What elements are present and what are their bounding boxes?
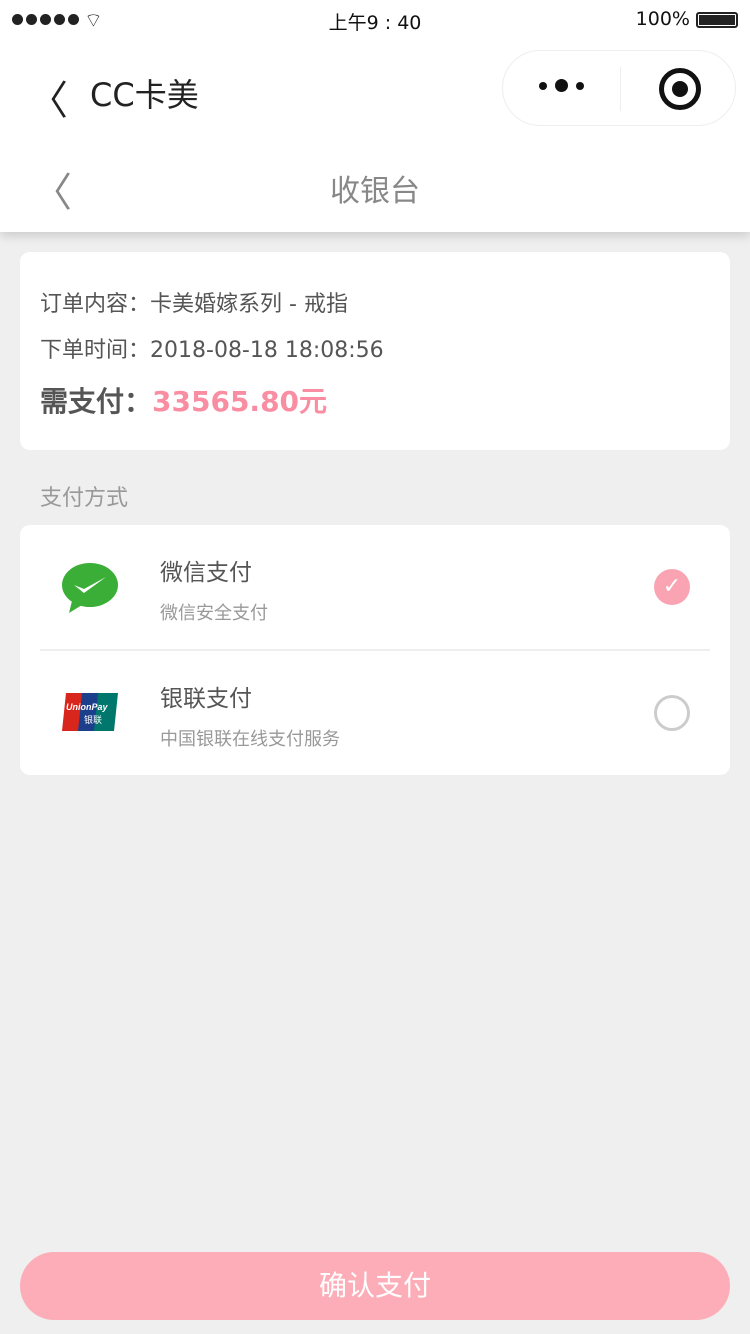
close-program-icon[interactable] — [659, 68, 701, 110]
battery-percent: 100% — [635, 8, 690, 30]
method-desc: 中国银联在线支付服务 — [160, 729, 340, 750]
page-nav-bar: 〈 收银台 — [0, 140, 750, 230]
capsule-divider — [620, 67, 621, 111]
svg-text:UnionPay: UnionPay — [66, 702, 109, 712]
mini-program-capsule — [502, 50, 736, 126]
order-card: 订单内容：卡美婚嫁系列 - 戒指 下单时间：2018-08-18 18:08:5… — [20, 252, 730, 450]
back-icon[interactable]: 〈 — [28, 68, 68, 126]
payment-option-wechat[interactable]: 微信支付 微信安全支付 ✓ — [20, 525, 730, 651]
method-name: 微信支付 — [160, 560, 252, 586]
app-nav-bar: 〈 CC卡美 — [0, 50, 750, 130]
amount-due: 需支付：33565.80元 — [40, 385, 328, 418]
method-name: 银联支付 — [160, 686, 252, 712]
status-bar: ⌔ 上午9 : 40 100% — [0, 0, 750, 40]
unionpay-icon: UnionPay 银联 — [62, 693, 118, 731]
payment-section-title: 支付方式 — [40, 486, 129, 511]
wechat-pay-icon — [62, 563, 118, 613]
header: ⌔ 上午9 : 40 100% 〈 CC卡美 〈 收银台 — [0, 0, 750, 232]
method-desc: 微信安全支付 — [160, 603, 268, 624]
svg-text:银联: 银联 — [84, 714, 102, 726]
app-title: CC卡美 — [90, 76, 199, 114]
order-content: 订单内容：卡美婚嫁系列 - 戒指 — [40, 292, 348, 317]
order-time: 下单时间：2018-08-18 18:08:56 — [40, 338, 384, 363]
amount-value: 33565.80元 — [152, 385, 328, 418]
more-icon[interactable] — [539, 79, 584, 92]
radio-selected-check-icon[interactable]: ✓ — [654, 569, 690, 605]
payment-methods: 微信支付 微信安全支付 ✓ UnionPay 银联 银联支付 中国银联在线支付服… — [20, 525, 730, 775]
battery-icon — [696, 12, 738, 28]
radio-unselected-icon[interactable] — [654, 695, 690, 731]
page-title: 收银台 — [330, 174, 420, 209]
confirm-pay-button[interactable]: 确认支付 — [20, 1252, 730, 1320]
payment-option-unionpay[interactable]: UnionPay 银联 银联支付 中国银联在线支付服务 — [20, 651, 730, 775]
